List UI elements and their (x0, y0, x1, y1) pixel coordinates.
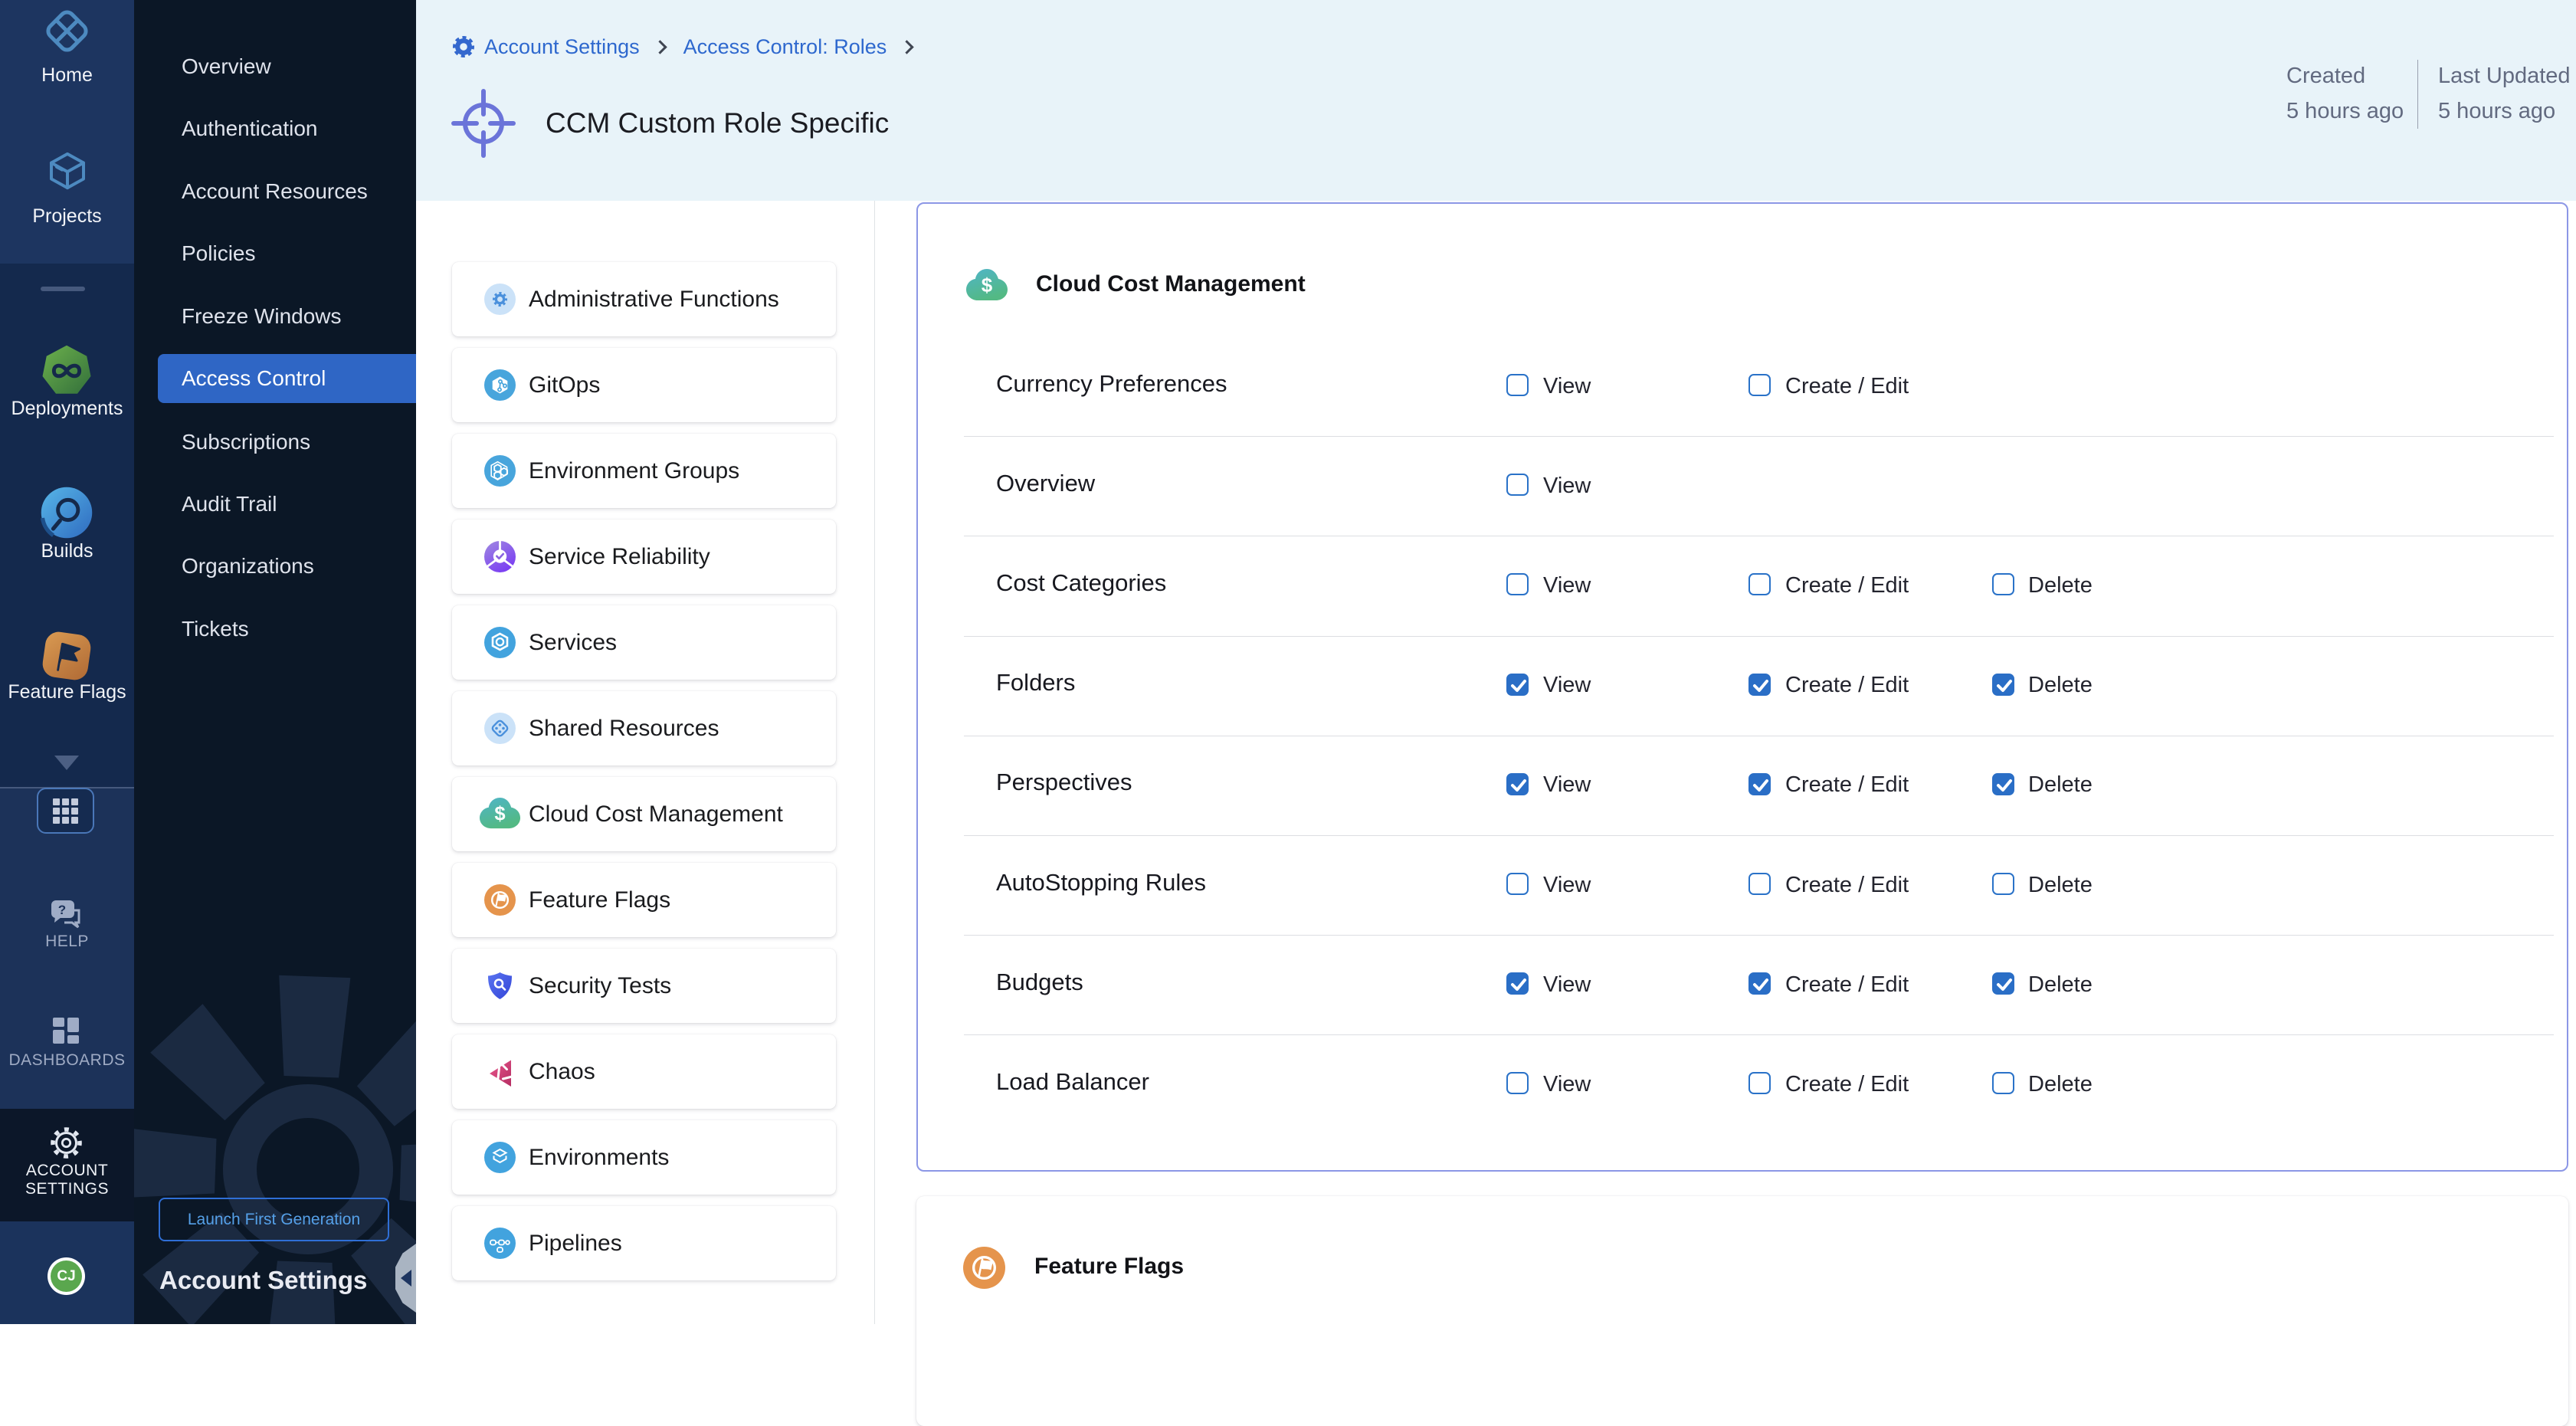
svg-text:$: $ (982, 274, 993, 297)
svg-text:?: ? (58, 903, 66, 917)
svg-text:$: $ (494, 803, 505, 824)
